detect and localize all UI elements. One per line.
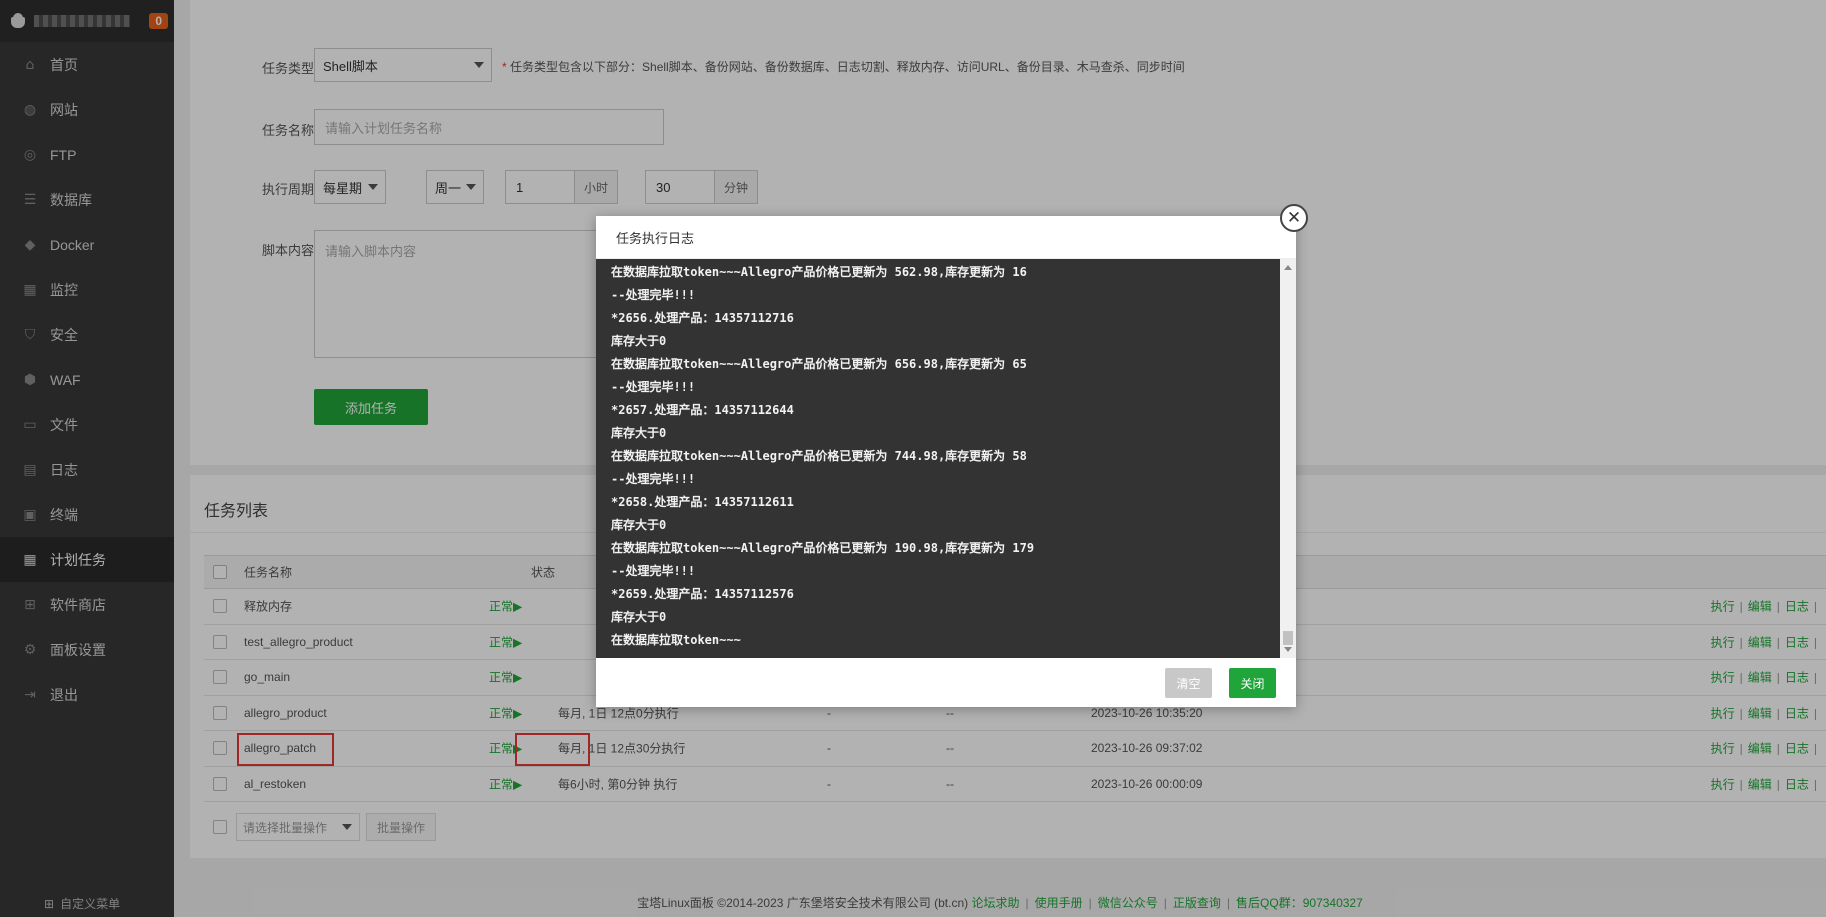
log-line: --处理完毕!!! (611, 380, 696, 394)
log-output: 在数据库拉取token~~~Allegro产品价格已更新为 562.98,库存更… (596, 259, 1280, 658)
log-line: --处理完毕!!! (611, 564, 696, 578)
log-line: 库存大于0 (611, 426, 667, 440)
log-line: 在数据库拉取token~~~Allegro产品价格已更新为 190.98,库存更… (611, 541, 1035, 555)
log-line: 在数据库拉取token~~~Allegro产品价格已更新为 656.98,库存更… (611, 357, 1027, 371)
modal-title: 任务执行日志 (616, 230, 695, 246)
log-line: --处理完毕!!! (611, 472, 696, 486)
log-line: *2658.处理产品：14357112611 (611, 495, 794, 509)
log-line: *2659.处理产品：14357112576 (611, 587, 794, 601)
close-modal-button[interactable]: 关闭 (1229, 668, 1276, 698)
task-log-modal: 任务执行日志 ✕ 在数据库拉取token~~~Allegro产品价格已更新为 5… (596, 204, 1308, 707)
clear-log-button[interactable]: 清空 (1165, 668, 1212, 698)
log-line: 在数据库拉取token~~~Allegro产品价格已更新为 562.98,库存更… (611, 265, 1027, 279)
log-line: 库存大于0 (611, 610, 667, 624)
scroll-thumb[interactable] (1283, 631, 1293, 645)
modal-header: 任务执行日志 (596, 216, 1296, 259)
log-line: 库存大于0 (611, 518, 667, 532)
log-line: *2656.处理产品：14357112716 (611, 311, 794, 325)
scroll-down-icon[interactable] (1284, 647, 1292, 652)
log-line: 在数据库拉取token~~~ (611, 633, 741, 647)
log-line: --处理完毕!!! (611, 288, 696, 302)
log-line: 在数据库拉取token~~~Allegro产品价格已更新为 744.98,库存更… (611, 449, 1027, 463)
log-line: 库存大于0 (611, 334, 667, 348)
scroll-up-icon[interactable] (1284, 265, 1292, 270)
log-line: *2657.处理产品：14357112644 (611, 403, 794, 417)
modal-footer: 清空 关闭 (596, 658, 1296, 707)
log-scrollbar[interactable] (1280, 259, 1296, 658)
close-icon[interactable]: ✕ (1280, 204, 1308, 232)
